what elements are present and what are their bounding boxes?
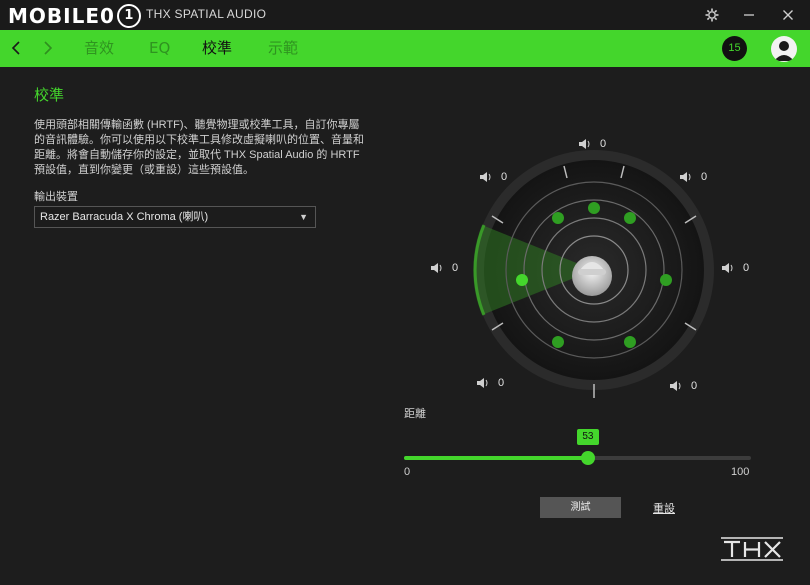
speaker-dot-rear-right: [624, 336, 636, 348]
page-title: 校準: [34, 86, 65, 104]
back-arrow-icon[interactable]: [10, 36, 22, 61]
speaker-icon: [680, 172, 691, 182]
speaker-rear-right[interactable]: 0: [669, 380, 697, 392]
nav-bar: 音效 EQ 校準 示範: [0, 30, 810, 67]
app-title: THX SPATIAL AUDIO: [146, 7, 267, 21]
gear-icon[interactable]: [701, 4, 723, 26]
title-bar: MOBILE0 1 THX SPATIAL AUDIO: [0, 0, 810, 30]
minimize-icon[interactable]: [738, 4, 760, 26]
test-button[interactable]: 測試: [540, 497, 621, 518]
distance-label: 距離: [404, 407, 426, 420]
speaker-dot-front-center: [588, 202, 600, 214]
speaker-front-right[interactable]: 0: [679, 171, 707, 183]
tab-eq[interactable]: EQ: [149, 38, 170, 58]
distance-max-label: 100: [731, 466, 750, 478]
listener-head-icon: [572, 256, 612, 296]
speaker-dot-rear-left: [552, 336, 564, 348]
thx-logo: [721, 537, 783, 561]
avatar[interactable]: [771, 36, 797, 62]
speaker-front-center[interactable]: 0: [578, 138, 606, 150]
speaker-side-left[interactable]: 0: [430, 262, 458, 274]
tab-calibration[interactable]: 校準: [202, 38, 232, 58]
speaker-icon: [722, 263, 733, 273]
speaker-icon: [480, 172, 491, 182]
calibration-description: 使用頭部相關傳輸函數 (HRTF)、聽覺物理或校準工具，自訂你專屬的音訊體驗。你…: [34, 119, 364, 176]
distance-slider-fill: [404, 456, 588, 460]
tab-audio[interactable]: 音效: [84, 38, 114, 58]
speaker-dot-side-right: [660, 274, 672, 286]
speaker-side-right[interactable]: 0: [721, 262, 749, 274]
tab-demo[interactable]: 示範: [268, 38, 298, 58]
notification-badge[interactable]: 15: [722, 36, 747, 61]
forward-arrow-icon[interactable]: [42, 36, 54, 61]
chevron-down-icon: ▼: [299, 212, 308, 222]
output-device-select[interactable]: Razer Barracuda X Chroma (喇叭) ▼: [34, 206, 316, 228]
distance-slider-handle[interactable]: [580, 451, 595, 465]
user-icon: [774, 41, 794, 61]
speaker-front-left[interactable]: 0: [479, 171, 507, 183]
close-icon[interactable]: [777, 4, 799, 26]
speaker-icon: [670, 381, 681, 391]
speaker-dot-front-left: [552, 212, 564, 224]
reset-link[interactable]: 重設: [653, 500, 675, 516]
output-device-value: Razer Barracuda X Chroma (喇叭): [40, 211, 209, 223]
speaker-icon: [579, 139, 590, 149]
speaker-icon: [477, 378, 488, 388]
distance-slider[interactable]: [404, 451, 751, 465]
distance-min-label: 0: [404, 466, 411, 478]
speaker-dot-front-right: [624, 212, 636, 224]
speaker-icon: [431, 263, 442, 273]
speaker-dot-side-left: [516, 274, 528, 286]
output-device-label: 輸出裝置: [34, 190, 78, 203]
watermark-logo: MOBILE0 1: [8, 4, 141, 28]
distance-value-bubble: 53: [576, 429, 599, 445]
speaker-rear-left[interactable]: 0: [476, 377, 504, 389]
